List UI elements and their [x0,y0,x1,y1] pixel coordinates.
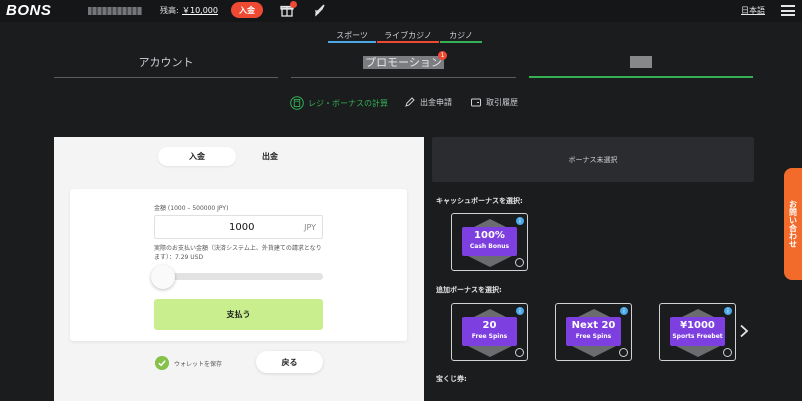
tab-account-label: アカウント [138,56,194,69]
back-button[interactable]: 戻る [256,351,323,373]
tab-cashier-label-blurred [630,56,652,68]
amount-value: 1000 [229,222,255,233]
tab-promotions-underline [291,77,516,78]
bonus-card-cash-100[interactable]: 100% Cash Bonus i [451,213,528,271]
save-wallet-label: ウォレットを保存 [174,361,223,368]
bonus-none-selected: ボーナス未選択 [432,137,754,182]
gift-badge [290,1,297,8]
payment-panel: 入金 出金 金額 (1000 – 500000 JPY) 1000 JPY 実際… [54,137,424,401]
promotions-badge: 1 [438,51,447,60]
balance-label: 残高: [160,6,179,15]
top-bar: BONS 残高: ￥10,000 入金 日本語 [0,0,802,22]
chevron-right-icon[interactable] [738,324,750,338]
info-icon[interactable]: i [516,217,524,225]
info-icon[interactable]: i [516,307,524,315]
bonus-none-label: ボーナス未選択 [568,155,618,164]
pay-button[interactable]: 支払う [154,299,323,330]
pencil-icon [405,97,415,107]
withdraw-toggle[interactable]: 出金 [262,151,278,162]
bonus-pill: 100% Cash Bonus [462,227,517,256]
amount-slider-handle[interactable] [151,265,175,289]
tab-promotions-label: プロモーション [363,56,444,69]
info-icon[interactable]: i [620,307,628,315]
category-sports-label: スポーツ [336,31,368,40]
amount-label: 金額 (1000 – 500000 JPY) [154,205,229,212]
category-tabs: スポーツ ライブカジノ カジノ [0,30,802,44]
save-wallet-checkbox[interactable] [155,356,169,370]
subnav-cashier-label: レジ・ボーナスの計算 [308,98,388,108]
tab-account[interactable]: アカウント [54,54,278,78]
bonus-radio[interactable] [515,258,524,267]
subnav-cashier[interactable]: レジ・ボーナスの計算 [290,96,388,110]
bonus-radio[interactable] [723,348,732,357]
username-blurred [88,7,142,15]
category-casino-label: カジノ [449,31,473,40]
subnav-withdraw-request-label: 出金申請 [420,97,452,107]
category-live-casino[interactable]: ライブカジノ [377,30,439,43]
contact-us-label: お問い合わせ [788,200,798,248]
bonus-pill: ¥1000 Sports Freebet [670,317,725,346]
lottery-title: 宝くじ券: [436,375,467,383]
extra-bonus-title: 追加ボーナスを選択: [436,286,502,294]
bonus-pill: Next 20 Free Spins [566,317,621,346]
tab-promotions[interactable]: プロモーション 1 [291,51,516,78]
payment-note: 実際のお支払い金額（決済システム上、外貨建ての請求となります）：7.29 USD [154,245,322,261]
balance-value[interactable]: ￥10,000 [182,5,218,16]
bonus-pill: 20 Free Spins [462,317,517,346]
category-casino[interactable]: カジノ [440,30,482,43]
bonus-radio[interactable] [515,348,524,357]
deposit-button[interactable]: 入金 [231,2,263,18]
calculator-icon [290,96,304,110]
info-icon[interactable]: i [724,307,732,315]
tab-account-underline [54,77,278,78]
language-selector[interactable]: 日本語 [741,5,765,16]
bonus-subtitle: Free Spins [471,333,508,340]
category-live-casino-indicator [377,41,439,43]
subnav-history-label: 取引履歴 [486,97,518,107]
bonus-title: 20 [482,320,497,331]
category-live-casino-label: ライブカジノ [384,31,432,40]
bonus-subtitle: Sports Freebet [672,333,723,340]
cash-bonus-title: キャッシュボーナスを選択: [436,197,523,205]
rocket-icon[interactable] [312,3,326,17]
tab-cashier-underline [529,76,753,78]
category-casino-indicator [440,41,482,43]
bonus-title: Next 20 [571,320,616,331]
tab-cashier[interactable] [529,54,753,78]
bonus-title: 100% [474,230,505,241]
bonus-radio[interactable] [619,348,628,357]
amount-slider-track[interactable] [154,273,323,280]
bonus-subtitle: Free Spins [575,333,612,340]
wallet-icon [471,98,481,107]
bonus-card-next-free-spins[interactable]: Next 20 Free Spins i [555,303,632,361]
category-sports[interactable]: スポーツ [328,30,376,43]
bonus-title: ¥1000 [680,320,715,331]
subnav-history[interactable]: 取引履歴 [470,96,518,108]
amount-input[interactable]: 1000 JPY [154,215,323,239]
deposit-toggle[interactable]: 入金 [158,147,236,166]
amount-unit: JPY [304,223,316,232]
bonus-subtitle: Cash Bonus [469,243,510,250]
contact-us-tab[interactable]: お問い合わせ [784,168,802,280]
hamburger-menu-icon[interactable] [781,5,795,16]
subnav-withdraw-request[interactable]: 出金申請 [404,96,452,108]
bonus-card-free-spins[interactable]: 20 Free Spins i [451,303,528,361]
category-sports-indicator [328,41,376,43]
site-logo[interactable]: BONS [6,2,51,19]
deposit-form-card: 金額 (1000 – 500000 JPY) 1000 JPY 実際のお支払い金… [70,189,407,341]
bonus-card-sports-freebet[interactable]: ¥1000 Sports Freebet i [659,303,736,361]
